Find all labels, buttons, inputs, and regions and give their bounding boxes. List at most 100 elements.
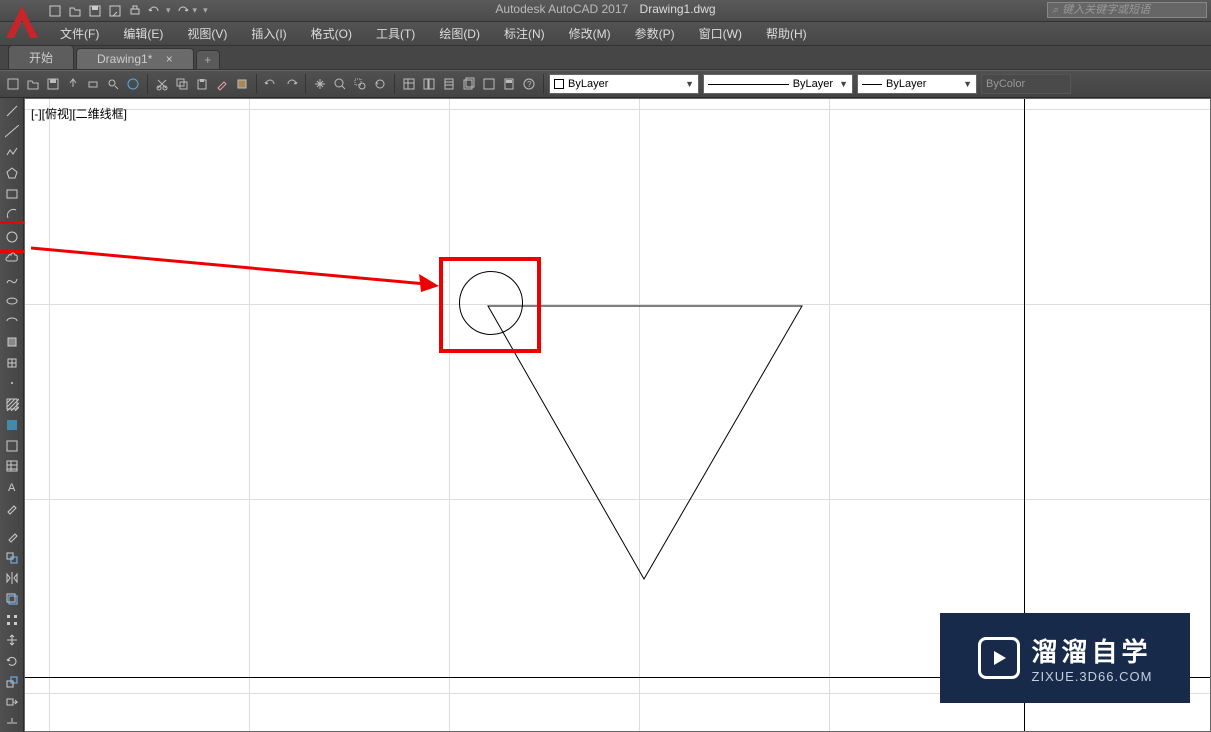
tool-hatch-icon[interactable] — [3, 395, 21, 413]
menu-parametric[interactable]: 参数(P) — [625, 23, 685, 44]
tool-arc-icon[interactable] — [3, 205, 21, 223]
tool-insert-icon[interactable] — [3, 333, 21, 351]
menu-window[interactable]: 窗口(W) — [689, 23, 752, 44]
tb-toolpalette-icon[interactable] — [440, 75, 458, 93]
tool-point-icon[interactable] — [3, 375, 21, 393]
tb-copy-icon[interactable] — [173, 75, 191, 93]
qat-save-icon[interactable] — [86, 2, 104, 20]
menu-insert[interactable]: 插入(I) — [241, 23, 296, 44]
menu-view[interactable]: 视图(V) — [177, 23, 237, 44]
menu-edit[interactable]: 编辑(E) — [113, 23, 173, 44]
search-input[interactable]: ⌕键入关键字或短语 — [1047, 2, 1207, 18]
tb-calc-icon[interactable] — [500, 75, 518, 93]
qat-overflow-icon[interactable]: ▾ — [203, 5, 208, 16]
tool-makeblock-icon[interactable] — [3, 354, 21, 372]
tool-addselected-icon[interactable] — [3, 499, 21, 517]
tb-preview-icon[interactable] — [104, 75, 122, 93]
plotstyle-value: ByColor — [986, 78, 1025, 90]
mod-trim-icon[interactable] — [3, 714, 21, 732]
tool-circle-icon[interactable] — [0, 226, 24, 248]
grid-line — [249, 99, 250, 731]
menu-tools[interactable]: 工具(T) — [366, 23, 425, 44]
tab-drawing1[interactable]: Drawing1* × — [76, 48, 194, 69]
mod-copy-icon[interactable] — [3, 549, 21, 567]
linetype-dropdown[interactable]: ByLayer ▼ — [703, 74, 853, 94]
lineweight-preview-icon — [862, 84, 882, 85]
layer-color-value: ByLayer — [568, 78, 608, 90]
tb-plot-icon[interactable] — [84, 75, 102, 93]
menu-format[interactable]: 格式(O) — [301, 23, 362, 44]
tb-publish-icon[interactable] — [64, 75, 82, 93]
tb-help-icon[interactable]: ? — [520, 75, 538, 93]
mod-scale-icon[interactable] — [3, 673, 21, 691]
separator — [256, 74, 257, 94]
qat-undo-icon[interactable] — [146, 2, 164, 20]
tool-ellipse-icon[interactable] — [3, 292, 21, 310]
tool-revcloud-icon[interactable] — [3, 251, 21, 269]
tool-polyline-icon[interactable] — [3, 143, 21, 161]
tb-paste-icon[interactable] — [193, 75, 211, 93]
tool-region-icon[interactable] — [3, 437, 21, 455]
mod-erase-icon[interactable] — [3, 528, 21, 546]
tb-designcenter-icon[interactable] — [420, 75, 438, 93]
menu-bar: 文件(F) 编辑(E) 视图(V) 插入(I) 格式(O) 工具(T) 绘图(D… — [0, 22, 1211, 46]
tool-gradient-icon[interactable] — [3, 416, 21, 434]
tab-add-button[interactable]: + — [196, 50, 220, 69]
plotstyle-dropdown[interactable]: ByColor — [981, 74, 1071, 94]
tab-start-label: 开始 — [29, 51, 53, 65]
menu-dimension[interactable]: 标注(N) — [494, 23, 555, 44]
tb-zoomprev-icon[interactable] — [371, 75, 389, 93]
tb-zoom-icon[interactable] — [331, 75, 349, 93]
mod-mirror-icon[interactable] — [3, 570, 21, 588]
tab-start[interactable]: 开始 — [8, 45, 74, 69]
qat-redo-icon[interactable] — [173, 2, 191, 20]
tb-undo-icon[interactable] — [262, 75, 280, 93]
quick-access-toolbar: ▾ ▾ ▾ — [46, 2, 208, 20]
menu-help[interactable]: 帮助(H) — [756, 23, 817, 44]
mod-offset-icon[interactable] — [3, 590, 21, 608]
mod-stretch-icon[interactable] — [3, 694, 21, 712]
tool-xline-icon[interactable] — [3, 123, 21, 141]
tool-spline-icon[interactable] — [3, 271, 21, 289]
tool-line-icon[interactable] — [3, 102, 21, 120]
tab-close-icon[interactable]: × — [166, 52, 173, 66]
viewport-label[interactable]: [-][俯视][二维线框] — [31, 105, 127, 122]
tb-pan-icon[interactable] — [311, 75, 329, 93]
lineweight-dropdown[interactable]: ByLayer ▼ — [857, 74, 977, 94]
tb-markup-icon[interactable] — [480, 75, 498, 93]
title-bar: ▾ ▾ ▾ Autodesk AutoCAD 2017 Drawing1.dwg… — [0, 0, 1211, 22]
qat-redo-dropdown-icon[interactable]: ▾ — [193, 5, 198, 16]
tb-block-icon[interactable] — [233, 75, 251, 93]
tb-redo-icon[interactable] — [282, 75, 300, 93]
tb-online-icon[interactable] — [124, 75, 142, 93]
drawing-canvas[interactable]: [-][俯视][二维线框] 溜溜自学 ZIXUE.3D66.COM — [24, 98, 1211, 732]
qat-new-icon[interactable] — [46, 2, 64, 20]
tool-mtext-icon[interactable]: A — [3, 478, 21, 496]
mod-array-icon[interactable] — [3, 611, 21, 629]
tb-open-icon[interactable] — [24, 75, 42, 93]
tb-zoomwin-icon[interactable] — [351, 75, 369, 93]
qat-print-icon[interactable] — [126, 2, 144, 20]
menu-draw[interactable]: 绘图(D) — [429, 23, 490, 44]
tb-new-icon[interactable] — [4, 75, 22, 93]
qat-open-icon[interactable] — [66, 2, 84, 20]
qat-saveas-icon[interactable] — [106, 2, 124, 20]
qat-undo-dropdown-icon[interactable]: ▾ — [166, 5, 171, 16]
tool-table-icon[interactable] — [3, 457, 21, 475]
tool-polygon-icon[interactable] — [3, 164, 21, 182]
linetype-preview-icon — [708, 84, 789, 85]
tool-ellipsearc-icon[interactable] — [3, 313, 21, 331]
tb-cut-icon[interactable] — [153, 75, 171, 93]
tb-properties-icon[interactable] — [400, 75, 418, 93]
mod-move-icon[interactable] — [3, 632, 21, 650]
mod-rotate-icon[interactable] — [3, 652, 21, 670]
menu-modify[interactable]: 修改(M) — [559, 23, 621, 44]
app-logo[interactable] — [2, 2, 42, 44]
tb-save-icon[interactable] — [44, 75, 62, 93]
tb-sheetset-icon[interactable] — [460, 75, 478, 93]
layer-color-dropdown[interactable]: ByLayer ▼ — [549, 74, 699, 94]
tool-rectangle-icon[interactable] — [3, 185, 21, 203]
annotation-highlight-box — [439, 257, 541, 353]
tb-matchprops-icon[interactable] — [213, 75, 231, 93]
menu-file[interactable]: 文件(F) — [50, 23, 109, 44]
